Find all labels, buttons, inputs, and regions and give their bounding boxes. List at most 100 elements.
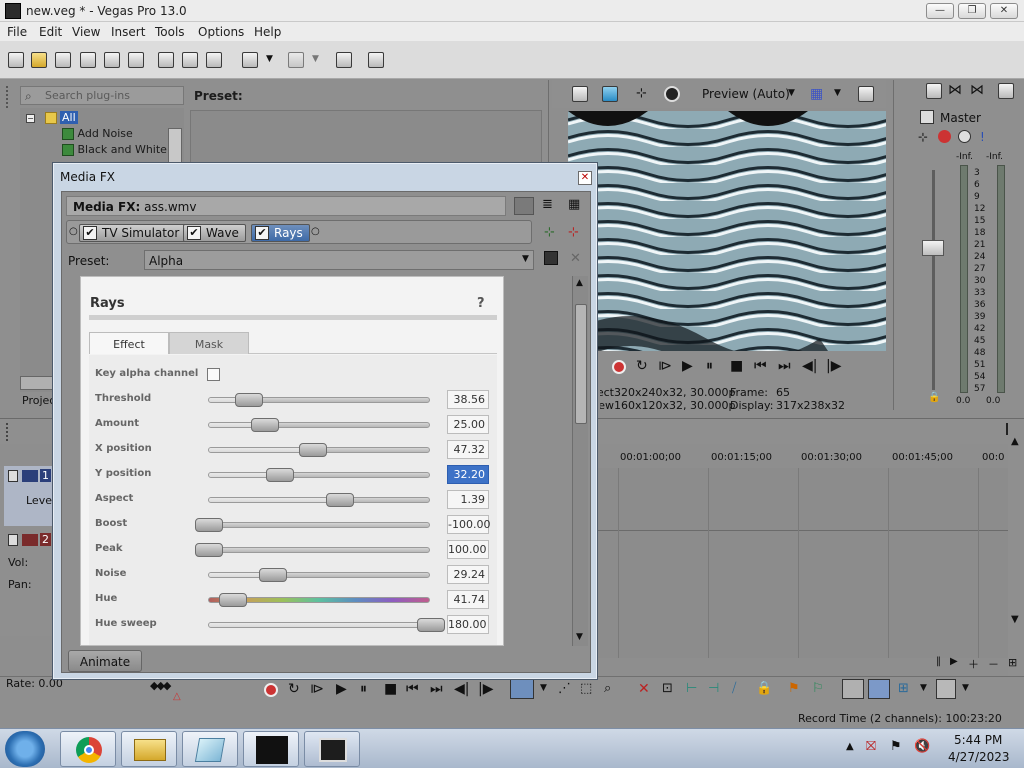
properties-icon[interactable]	[128, 52, 144, 68]
project-media-tab[interactable]: Projec	[22, 394, 55, 407]
param-value-input[interactable]: 29.24	[447, 565, 489, 584]
help-button[interactable]: ?	[477, 296, 485, 311]
edit-tool-dropdown-icon[interactable]: ▼	[540, 683, 547, 693]
minimize-button[interactable]: —	[926, 3, 954, 19]
record-icon[interactable]	[264, 683, 278, 697]
play-from-start-icon[interactable]: ⧐	[658, 358, 672, 374]
render-icon[interactable]	[104, 52, 120, 68]
network-icon[interactable]: ⛝	[866, 739, 876, 754]
track-collapse-icon[interactable]	[8, 534, 18, 546]
chrome-taskbar-button[interactable]	[60, 731, 116, 767]
menu-file[interactable]: File	[7, 25, 27, 39]
timeline-ruler[interactable]: 00:01:00;00 00:01:15;00 00:01:30;00 00:0…	[598, 450, 1008, 468]
trim-icon[interactable]: ⊡	[662, 681, 673, 696]
ignore-grouping-icon[interactable]	[842, 679, 864, 699]
param-slider[interactable]	[208, 418, 430, 432]
mixer-icon[interactable]	[998, 83, 1014, 99]
play-icon[interactable]: ▶	[336, 681, 347, 697]
param-slider[interactable]	[208, 568, 430, 582]
track-header-video[interactable]: 1 Level	[4, 466, 55, 526]
explorer-taskbar-button[interactable]	[121, 731, 177, 767]
slider-thumb[interactable]	[325, 493, 354, 507]
media-fx-close-button[interactable]: ✕	[578, 171, 592, 185]
zoom-fit-icon[interactable]: ⊞	[1008, 656, 1017, 669]
remove-plugin-icon[interactable]: ⊹	[568, 225, 579, 240]
region-icon[interactable]: ⚐	[812, 681, 824, 696]
dim-output-icon[interactable]: ⋈	[970, 82, 984, 98]
pause-icon[interactable]: ⏸	[706, 358, 713, 374]
marker-icon[interactable]: ⚑	[788, 681, 800, 696]
fx-preset-select[interactable]: Alpha	[144, 250, 534, 270]
grid-view-icon[interactable]: ▦	[568, 197, 580, 212]
go-to-start-icon[interactable]: ⏮	[406, 681, 419, 697]
chain-item-wave[interactable]: ✔ Wave	[183, 224, 246, 242]
master-mute-icon[interactable]	[958, 130, 971, 143]
delete-preset-icon[interactable]: ✕	[570, 251, 581, 266]
param-value-input[interactable]: 100.00	[447, 540, 489, 559]
split-icon[interactable]: ⧸	[732, 681, 736, 696]
param-slider[interactable]	[208, 468, 430, 482]
rate-marker-icon[interactable]: △	[173, 691, 181, 702]
snapping-dropdown-icon[interactable]: ▼	[962, 683, 969, 693]
delete-icon[interactable]: ✕	[638, 681, 650, 697]
undo-icon[interactable]	[242, 52, 258, 68]
play-icon[interactable]: ▶	[682, 358, 693, 374]
param-value-input[interactable]: 41.74	[447, 590, 489, 609]
chain-item-rays[interactable]: ✔ Rays	[251, 224, 310, 242]
ripple-dropdown-icon[interactable]: ▼	[920, 683, 927, 693]
slider-thumb[interactable]	[259, 568, 288, 582]
stop-icon[interactable]: ■	[730, 358, 743, 374]
scroll-right-icon[interactable]: ▶	[950, 656, 958, 667]
envelope-tool-icon[interactable]: ⋰	[558, 681, 571, 696]
slider-thumb[interactable]	[250, 418, 279, 432]
trim-end-icon[interactable]: ⊣	[708, 681, 719, 696]
go-to-start-icon[interactable]: ⏮	[754, 358, 767, 374]
save-as-icon[interactable]	[80, 52, 96, 68]
param-slider[interactable]	[195, 543, 430, 557]
slider-thumb[interactable]	[417, 618, 445, 632]
next-frame-icon[interactable]: |▶	[478, 681, 493, 697]
checkbox-icon[interactable]: ✔	[255, 226, 269, 240]
save-icon[interactable]	[55, 52, 71, 68]
master-record-icon[interactable]	[938, 130, 951, 143]
scroll-down-icon[interactable]: ▼	[1011, 614, 1019, 625]
param-slider[interactable]	[195, 518, 430, 532]
maximize-button[interactable]: ❐	[958, 3, 986, 19]
notes-taskbar-button[interactable]	[182, 731, 238, 767]
play-from-start-icon[interactable]: ⧐	[310, 681, 324, 697]
zoom-out-icon[interactable]: －	[988, 656, 999, 672]
loop-icon[interactable]: ↻	[636, 358, 648, 374]
paste-icon[interactable]	[206, 52, 222, 68]
timeline-grip-icon[interactable]	[6, 423, 14, 441]
next-frame-icon[interactable]: |▶	[826, 358, 841, 374]
scroll-up-icon[interactable]: ▲	[1011, 436, 1019, 447]
slider-thumb[interactable]	[195, 543, 223, 557]
param-value-input[interactable]: 1.39	[447, 490, 489, 509]
chain-item-tv-simulator[interactable]: ✔ TV Simulator	[79, 224, 187, 242]
track-header-audio[interactable]: 2 Vol: Pan:	[4, 530, 52, 598]
add-plugin-icon[interactable]: ⊹	[544, 225, 555, 240]
whats-this-help-icon[interactable]	[368, 52, 384, 68]
selection-tool-icon[interactable]: ⬚	[580, 681, 592, 696]
param-slider[interactable]	[208, 593, 430, 607]
param-value-input[interactable]: 47.32	[447, 440, 489, 459]
param-slider[interactable]	[208, 618, 445, 632]
preview-quality-dropdown-icon[interactable]: ▼	[788, 88, 795, 98]
copy-icon[interactable]	[182, 52, 198, 68]
menu-tools[interactable]: Tools	[155, 25, 185, 39]
pause-icon[interactable]: ⏸	[360, 681, 367, 697]
close-button[interactable]: ✕	[990, 3, 1018, 19]
previous-frame-icon[interactable]: ◀|	[802, 358, 817, 374]
param-slider[interactable]	[208, 493, 430, 507]
slider-thumb[interactable]	[266, 468, 295, 482]
volume-icon[interactable]: 🔇	[914, 739, 930, 754]
cut-icon[interactable]	[158, 52, 174, 68]
slider-thumb[interactable]	[219, 593, 248, 607]
save-preset-icon[interactable]	[544, 251, 558, 265]
tab-mask[interactable]: Mask	[169, 332, 249, 354]
chain-view-icon[interactable]	[514, 197, 534, 215]
preset-dropdown-icon[interactable]: ▼	[522, 254, 529, 264]
menu-options[interactable]: Options	[198, 25, 244, 39]
auto-ripple-icon[interactable]: ⊞	[898, 681, 909, 696]
tree-item-black-and-white[interactable]: Black and White	[62, 143, 167, 156]
